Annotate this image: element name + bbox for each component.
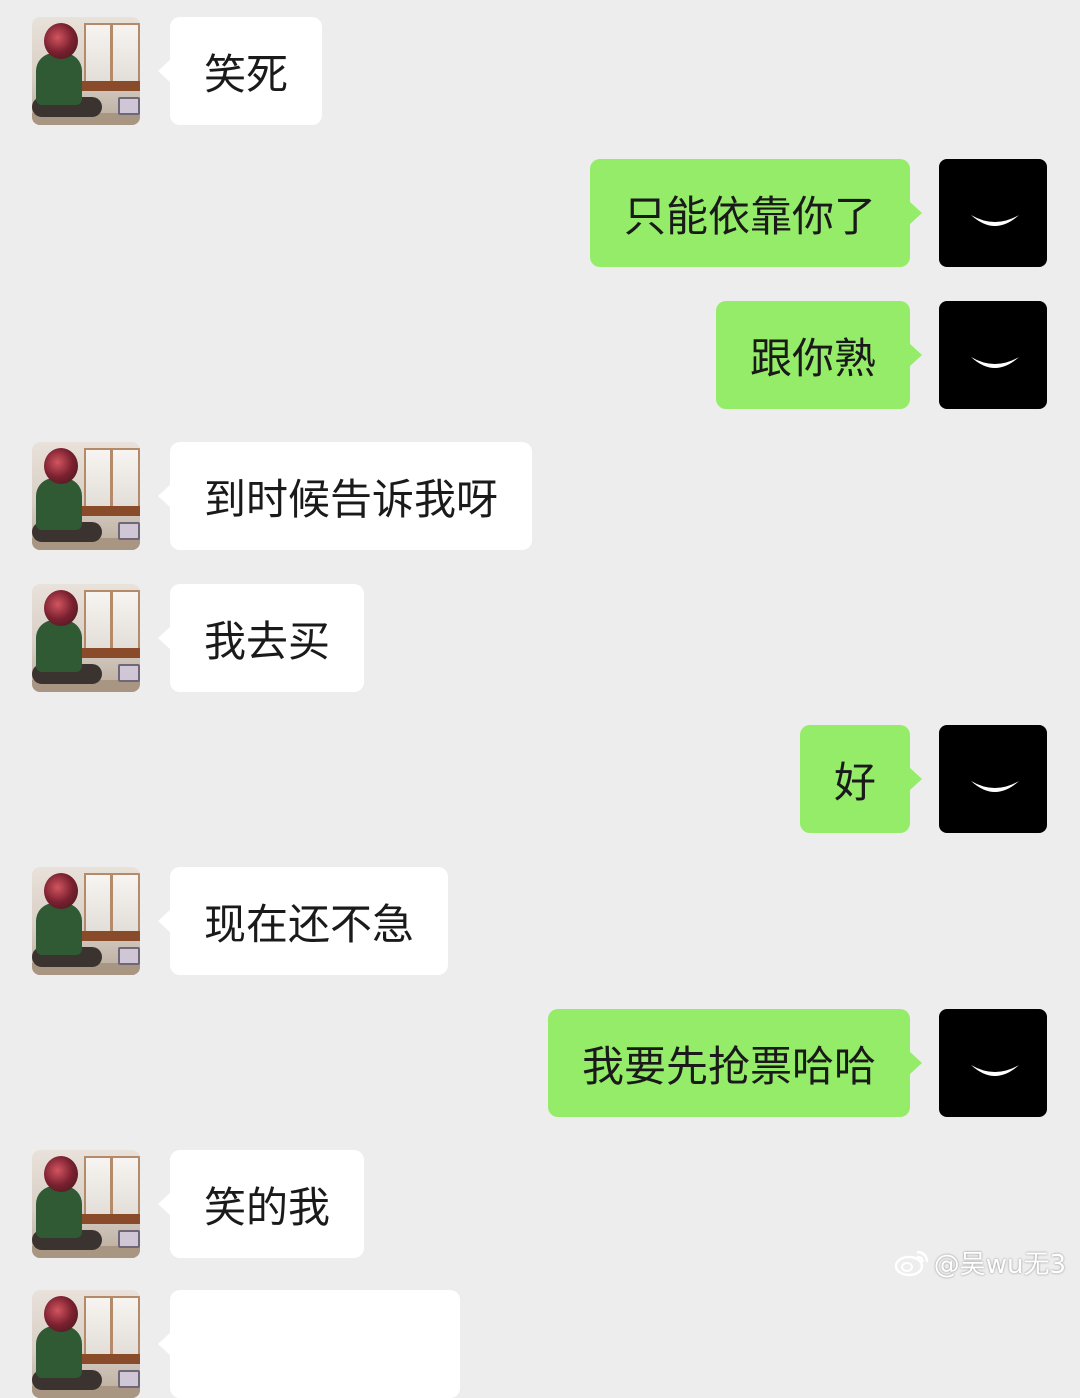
message-row-incoming-partial — [0, 1290, 1080, 1398]
message-bubble[interactable]: 现在还不急 — [157, 867, 449, 975]
message-bubble[interactable] — [158, 1290, 460, 1398]
message-bubble[interactable]: 到时候告诉我呀 — [157, 442, 533, 550]
contact-avatar[interactable] — [32, 17, 140, 125]
message-row-outgoing: 跟你熟 — [0, 301, 1080, 409]
message-bubble[interactable]: 好 — [799, 725, 923, 833]
my-avatar[interactable] — [939, 725, 1047, 833]
crescent-moon-icon — [971, 1065, 1019, 1076]
message-row-outgoing: 我要先抢票哈哈 — [0, 1009, 1080, 1117]
my-avatar[interactable] — [939, 159, 1047, 267]
message-bubble[interactable]: 跟你熟 — [715, 301, 923, 409]
weibo-icon — [894, 1250, 928, 1276]
message-row-outgoing: 好 — [0, 725, 1080, 833]
watermark-handle: @吴wu无3 — [933, 1250, 1066, 1280]
crescent-moon-icon — [971, 215, 1019, 226]
contact-avatar[interactable] — [32, 584, 140, 692]
message-row-outgoing: 只能依靠你了 — [0, 159, 1080, 267]
crescent-moon-icon — [971, 781, 1019, 792]
message-bubble[interactable]: 我要先抢票哈哈 — [547, 1009, 923, 1117]
message-row-incoming: 笑死 — [0, 17, 1080, 125]
contact-avatar[interactable] — [32, 1290, 140, 1398]
message-row-incoming: 笑的我 — [0, 1150, 1080, 1258]
my-avatar[interactable] — [939, 1009, 1047, 1117]
crescent-moon-icon — [971, 357, 1019, 368]
message-bubble[interactable]: 笑死 — [157, 17, 323, 125]
message-row-incoming: 现在还不急 — [0, 867, 1080, 975]
my-avatar[interactable] — [939, 301, 1047, 409]
message-bubble[interactable]: 只能依靠你了 — [589, 159, 923, 267]
message-row-incoming: 我去买 — [0, 584, 1080, 692]
watermark: @吴wu无3 — [894, 1244, 1066, 1281]
contact-avatar[interactable] — [32, 867, 140, 975]
message-row-incoming: 到时候告诉我呀 — [0, 442, 1080, 550]
contact-avatar[interactable] — [32, 1150, 140, 1258]
message-bubble[interactable]: 我去买 — [157, 584, 365, 692]
message-bubble[interactable]: 笑的我 — [157, 1150, 365, 1258]
contact-avatar[interactable] — [32, 442, 140, 550]
